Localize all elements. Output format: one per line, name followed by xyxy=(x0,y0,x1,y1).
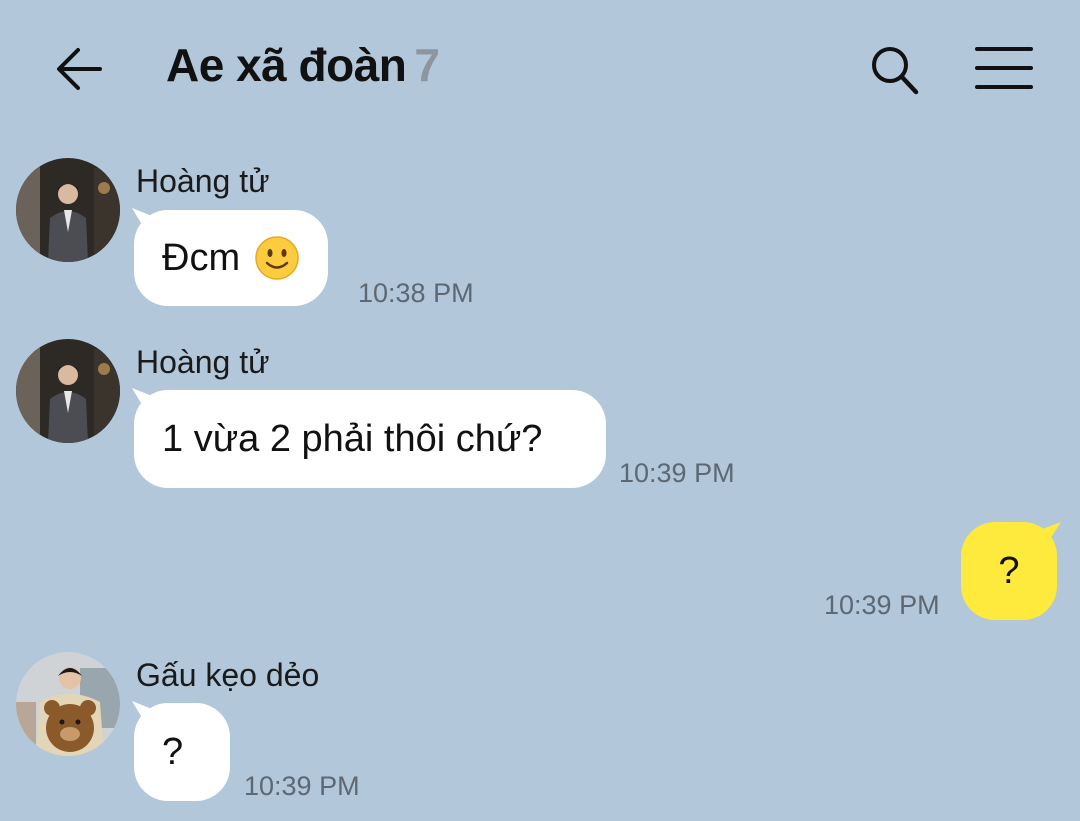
hamburger-menu-icon xyxy=(975,47,1033,89)
back-button[interactable] xyxy=(52,42,106,96)
member-count: 7 xyxy=(414,39,440,91)
chat-header: Ae xã đoàn 7 xyxy=(0,0,1080,135)
sender-name: Hoàng tử xyxy=(136,163,270,199)
message-timestamp: 10:39 PM xyxy=(619,458,735,488)
sender-name: Gấu kẹo dẻo xyxy=(136,657,320,693)
search-icon xyxy=(872,47,919,95)
message-text: ? xyxy=(998,549,1020,592)
chat-title: Ae xã đoàn 7 xyxy=(166,38,440,92)
message-bubble[interactable]: Đcm xyxy=(134,210,329,306)
menu-button[interactable] xyxy=(974,44,1034,92)
slightly-smiling-face-icon xyxy=(255,236,299,280)
message-text: ? xyxy=(162,730,184,773)
message-text: 1 vừa 2 phải thôi chứ? xyxy=(162,417,543,460)
arrow-left-icon xyxy=(57,48,102,90)
message-text: Đcm xyxy=(162,236,241,279)
avatar-hoang-tu[interactable] xyxy=(16,339,120,443)
message-bubble[interactable]: 1 vừa 2 phải thôi chứ? xyxy=(134,390,606,488)
message-timestamp: 10:38 PM xyxy=(358,278,474,308)
avatar-hoang-tu[interactable] xyxy=(16,158,120,262)
message-timestamp: 10:39 PM xyxy=(824,590,940,620)
avatar-gau-keo-deo[interactable] xyxy=(16,652,120,756)
chat-name: Ae xã đoàn xyxy=(166,39,407,91)
search-button[interactable] xyxy=(866,42,922,98)
message-bubble[interactable]: ? xyxy=(134,703,230,801)
outgoing-message-bubble[interactable]: ? xyxy=(961,522,1057,620)
sender-name: Hoàng tử xyxy=(136,344,270,380)
message-timestamp: 10:39 PM xyxy=(244,771,360,801)
